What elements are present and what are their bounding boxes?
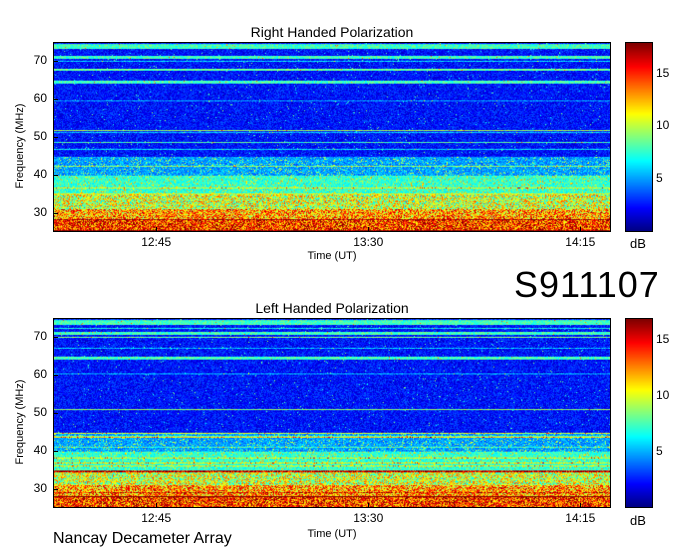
colorbar-tick-label: 5 (656, 444, 663, 459)
colorbar-tick-label: 10 (656, 388, 670, 403)
y-tick-mark (53, 489, 58, 490)
y-tick-label: 30 (33, 481, 47, 495)
x-tick-label: 13:30 (353, 511, 384, 525)
lhp-panel: Left Handed Polarization 30 40 50 60 70 12:4… (0, 0, 680, 552)
lhp-y-axis-label: Frequency (MHz) (14, 379, 26, 465)
x-tick-label: 14:15 (565, 511, 596, 525)
x-tick-label: 12:45 (141, 511, 172, 525)
y-tick-mark (53, 451, 58, 452)
lhp-x-axis-label: Time (UT) (307, 528, 357, 540)
y-tick-label: 70 (33, 329, 47, 343)
lhp-colorbar-unit: dB (630, 513, 646, 528)
y-tick-label: 50 (33, 405, 47, 419)
lhp-spectrogram (53, 318, 611, 508)
y-tick-label: 60 (33, 367, 47, 381)
y-tick-mark (53, 375, 58, 376)
lhp-colorbar (625, 318, 653, 508)
colorbar-tick-label: 15 (656, 332, 670, 347)
lhp-colorbar-gradient (626, 319, 652, 507)
y-tick-mark (53, 337, 58, 338)
y-tick-mark (53, 413, 58, 414)
x-tick-mark (156, 503, 158, 508)
lhp-heatmap-canvas (54, 319, 610, 507)
y-tick-label: 40 (33, 443, 47, 457)
x-tick-mark (368, 503, 370, 508)
instrument-caption: Nancay Decameter Array (53, 530, 232, 547)
x-tick-mark (580, 503, 582, 508)
lhp-title: Left Handed Polarization (255, 300, 409, 316)
